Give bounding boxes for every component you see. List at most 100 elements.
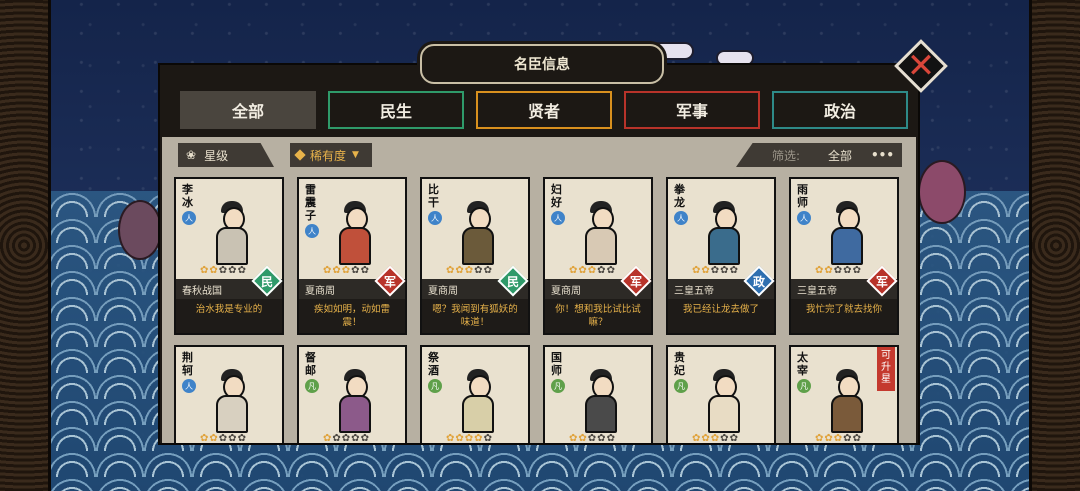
star-icon: ✿ xyxy=(323,433,332,443)
rank-badge: 凡 xyxy=(551,379,565,393)
star-rating: ✿ ✿ ✿ ✿ ✿ xyxy=(323,265,369,276)
rarity-sort-button[interactable]: 稀有度 ▼ xyxy=(290,143,372,167)
minister-name: 荆轲 xyxy=(182,351,193,377)
minister-card[interactable]: 妇好人 ✿ ✿ ✿ ✿ ✿ 夏商周军你！想和我比试比试嘛？ xyxy=(543,177,653,335)
category-label: 军 xyxy=(629,275,642,289)
category-tabs: 全部 民生 贤者 军事 政治 xyxy=(180,91,908,131)
rank-badge: 人 xyxy=(428,211,442,225)
window-title-text: 名臣信息 xyxy=(514,57,570,73)
star-icon: ✿ xyxy=(692,433,701,443)
rank-badge: 凡 xyxy=(305,379,319,393)
star-icon: ✿ xyxy=(360,433,369,443)
minister-card[interactable]: 荆轲人 ✿ ✿ ✿ ✿ ✿ xyxy=(174,345,284,443)
star-icon: ✿ xyxy=(852,433,861,443)
minister-portrait xyxy=(579,367,623,435)
minister-name: 雨师 xyxy=(797,183,808,209)
minister-quote: 我忙完了就去找你 xyxy=(791,299,897,333)
star-icon: ✿ xyxy=(351,433,360,443)
star-icon: ✿ xyxy=(692,265,701,276)
rank-badge: 人 xyxy=(551,211,565,225)
minister-card[interactable]: 国师凡 ✿ ✿ ✿ ✿ ✿ xyxy=(543,345,653,443)
star-icon: ✿ xyxy=(815,265,824,276)
star-icon: ✿ xyxy=(474,265,483,276)
minister-name: 比干 xyxy=(428,183,439,209)
minister-card[interactable]: 太宰凡 ✿ ✿ ✿ ✿ ✿ 可升星 xyxy=(789,345,899,443)
star-icon: ✿ xyxy=(455,265,464,276)
upgrade-tag: 可升星 xyxy=(877,347,895,391)
star-rating: ✿ ✿ ✿ ✿ ✿ xyxy=(692,433,738,443)
filter-prefix: 筛选: xyxy=(772,148,801,163)
star-rating: ✿ ✿ ✿ ✿ ✿ xyxy=(200,265,246,276)
minister-card[interactable]: 李冰人 ✿ ✿ ✿ ✿ ✿ 春秋战国民治水我是专业的 xyxy=(174,177,284,335)
tab-all[interactable]: 全部 xyxy=(180,91,316,129)
category-label: 民 xyxy=(260,275,273,289)
minister-quote: 治水我是专业的 xyxy=(176,299,282,333)
star-icon: ✿ xyxy=(332,433,341,443)
close-button[interactable]: ✕ xyxy=(894,39,948,93)
star-icon: ✿ xyxy=(341,433,351,443)
minister-name: 国师 xyxy=(551,351,562,377)
star-sort-button[interactable]: ❀ 星级 xyxy=(178,143,274,167)
tab-military[interactable]: 军事 xyxy=(624,91,760,129)
minister-card[interactable]: 贵妃凡 ✿ ✿ ✿ ✿ ✿ xyxy=(666,345,776,443)
filter-value: 全部 xyxy=(828,148,853,163)
minister-quote: 疾如如明，动如雷震！ xyxy=(299,299,405,333)
star-icon: ✿ xyxy=(228,265,237,276)
minister-card[interactable]: 督邮凡 ✿ ✿ ✿ ✿ ✿ xyxy=(297,345,407,443)
star-icon: ✿ xyxy=(587,265,597,276)
minister-card[interactable]: 祭酒凡 ✿ ✿ ✿ ✿ ✿ xyxy=(420,345,530,443)
star-icon: ✿ xyxy=(710,265,720,276)
diamond-icon xyxy=(294,149,306,161)
star-icon: ✿ xyxy=(483,433,492,443)
star-icon: ✿ xyxy=(843,265,852,276)
tab-label: 全部 xyxy=(231,102,264,121)
minister-card[interactable]: 雨师人 ✿ ✿ ✿ ✿ ✿ 三皇五帝军我忙完了就去找你 xyxy=(789,177,899,335)
star-icon: ✿ xyxy=(209,433,218,443)
star-icon: ✿ xyxy=(200,433,209,443)
star-icon: ✿ xyxy=(824,265,833,276)
filter-dropdown[interactable]: 筛选: 全部 ••• xyxy=(736,143,902,167)
star-rating: ✿ ✿ ✿ ✿ ✿ xyxy=(446,265,492,276)
star-icon: ✿ xyxy=(701,265,710,276)
star-icon: ✿ xyxy=(483,265,492,276)
star-icon: ✿ xyxy=(720,265,729,276)
category-label: 军 xyxy=(875,275,888,289)
star-icon: ✿ xyxy=(351,265,360,276)
category-label: 民 xyxy=(506,275,519,289)
minister-card[interactable]: 雷震子人 ✿ ✿ ✿ ✿ ✿ 夏商周军疾如如明，动如雷震！ xyxy=(297,177,407,335)
star-icon: ✿ xyxy=(833,433,843,443)
star-icon: ✿ xyxy=(833,265,843,276)
floating-island-right xyxy=(918,160,966,224)
minister-portrait xyxy=(333,367,377,435)
rank-badge: 人 xyxy=(182,211,196,225)
minister-portrait xyxy=(825,199,869,267)
minister-card[interactable]: 比干人 ✿ ✿ ✿ ✿ ✿ 夏商周民嗯？我闻到有狐妖的味道！ xyxy=(420,177,530,335)
star-icon: ✿ xyxy=(228,433,237,443)
flower-icon: ❀ xyxy=(186,148,197,162)
tab-politics[interactable]: 政治 xyxy=(772,91,908,129)
star-icon: ✿ xyxy=(729,265,738,276)
star-icon: ✿ xyxy=(569,265,578,276)
star-rating: ✿ ✿ ✿ ✿ ✿ xyxy=(569,433,615,443)
minister-portrait xyxy=(702,199,746,267)
card-list-area[interactable]: ❀ 星级 稀有度 ▼ 筛选: 全部 ••• 李冰人 ✿ ✿ ✿ ✿ ✿ 春秋战国民治水我是专… xyxy=(162,137,916,443)
star-icon: ✿ xyxy=(446,265,455,276)
star-icon: ✿ xyxy=(341,265,351,276)
minister-card[interactable]: 拳龙人 ✿ ✿ ✿ ✿ ✿ 三皇五帝政我已经让龙去做了 xyxy=(666,177,776,335)
star-sort-label: 星级 xyxy=(204,148,229,163)
star-rating: ✿ ✿ ✿ ✿ ✿ xyxy=(692,265,738,276)
star-icon: ✿ xyxy=(237,265,246,276)
star-icon: ✿ xyxy=(815,433,824,443)
minister-name: 妇好 xyxy=(551,183,562,209)
filter-bar: ❀ 星级 稀有度 ▼ 筛选: 全部 ••• xyxy=(178,143,902,167)
star-icon: ✿ xyxy=(597,265,606,276)
star-icon: ✿ xyxy=(323,265,332,276)
tab-sage[interactable]: 贤者 xyxy=(476,91,612,129)
minister-portrait xyxy=(210,367,254,435)
star-icon: ✿ xyxy=(209,265,218,276)
star-icon: ✿ xyxy=(200,265,209,276)
minister-name: 贵妃 xyxy=(674,351,685,377)
decorative-border-right xyxy=(1029,0,1080,491)
more-dots-icon[interactable]: ••• xyxy=(871,148,894,162)
tab-livelihood[interactable]: 民生 xyxy=(328,91,464,129)
